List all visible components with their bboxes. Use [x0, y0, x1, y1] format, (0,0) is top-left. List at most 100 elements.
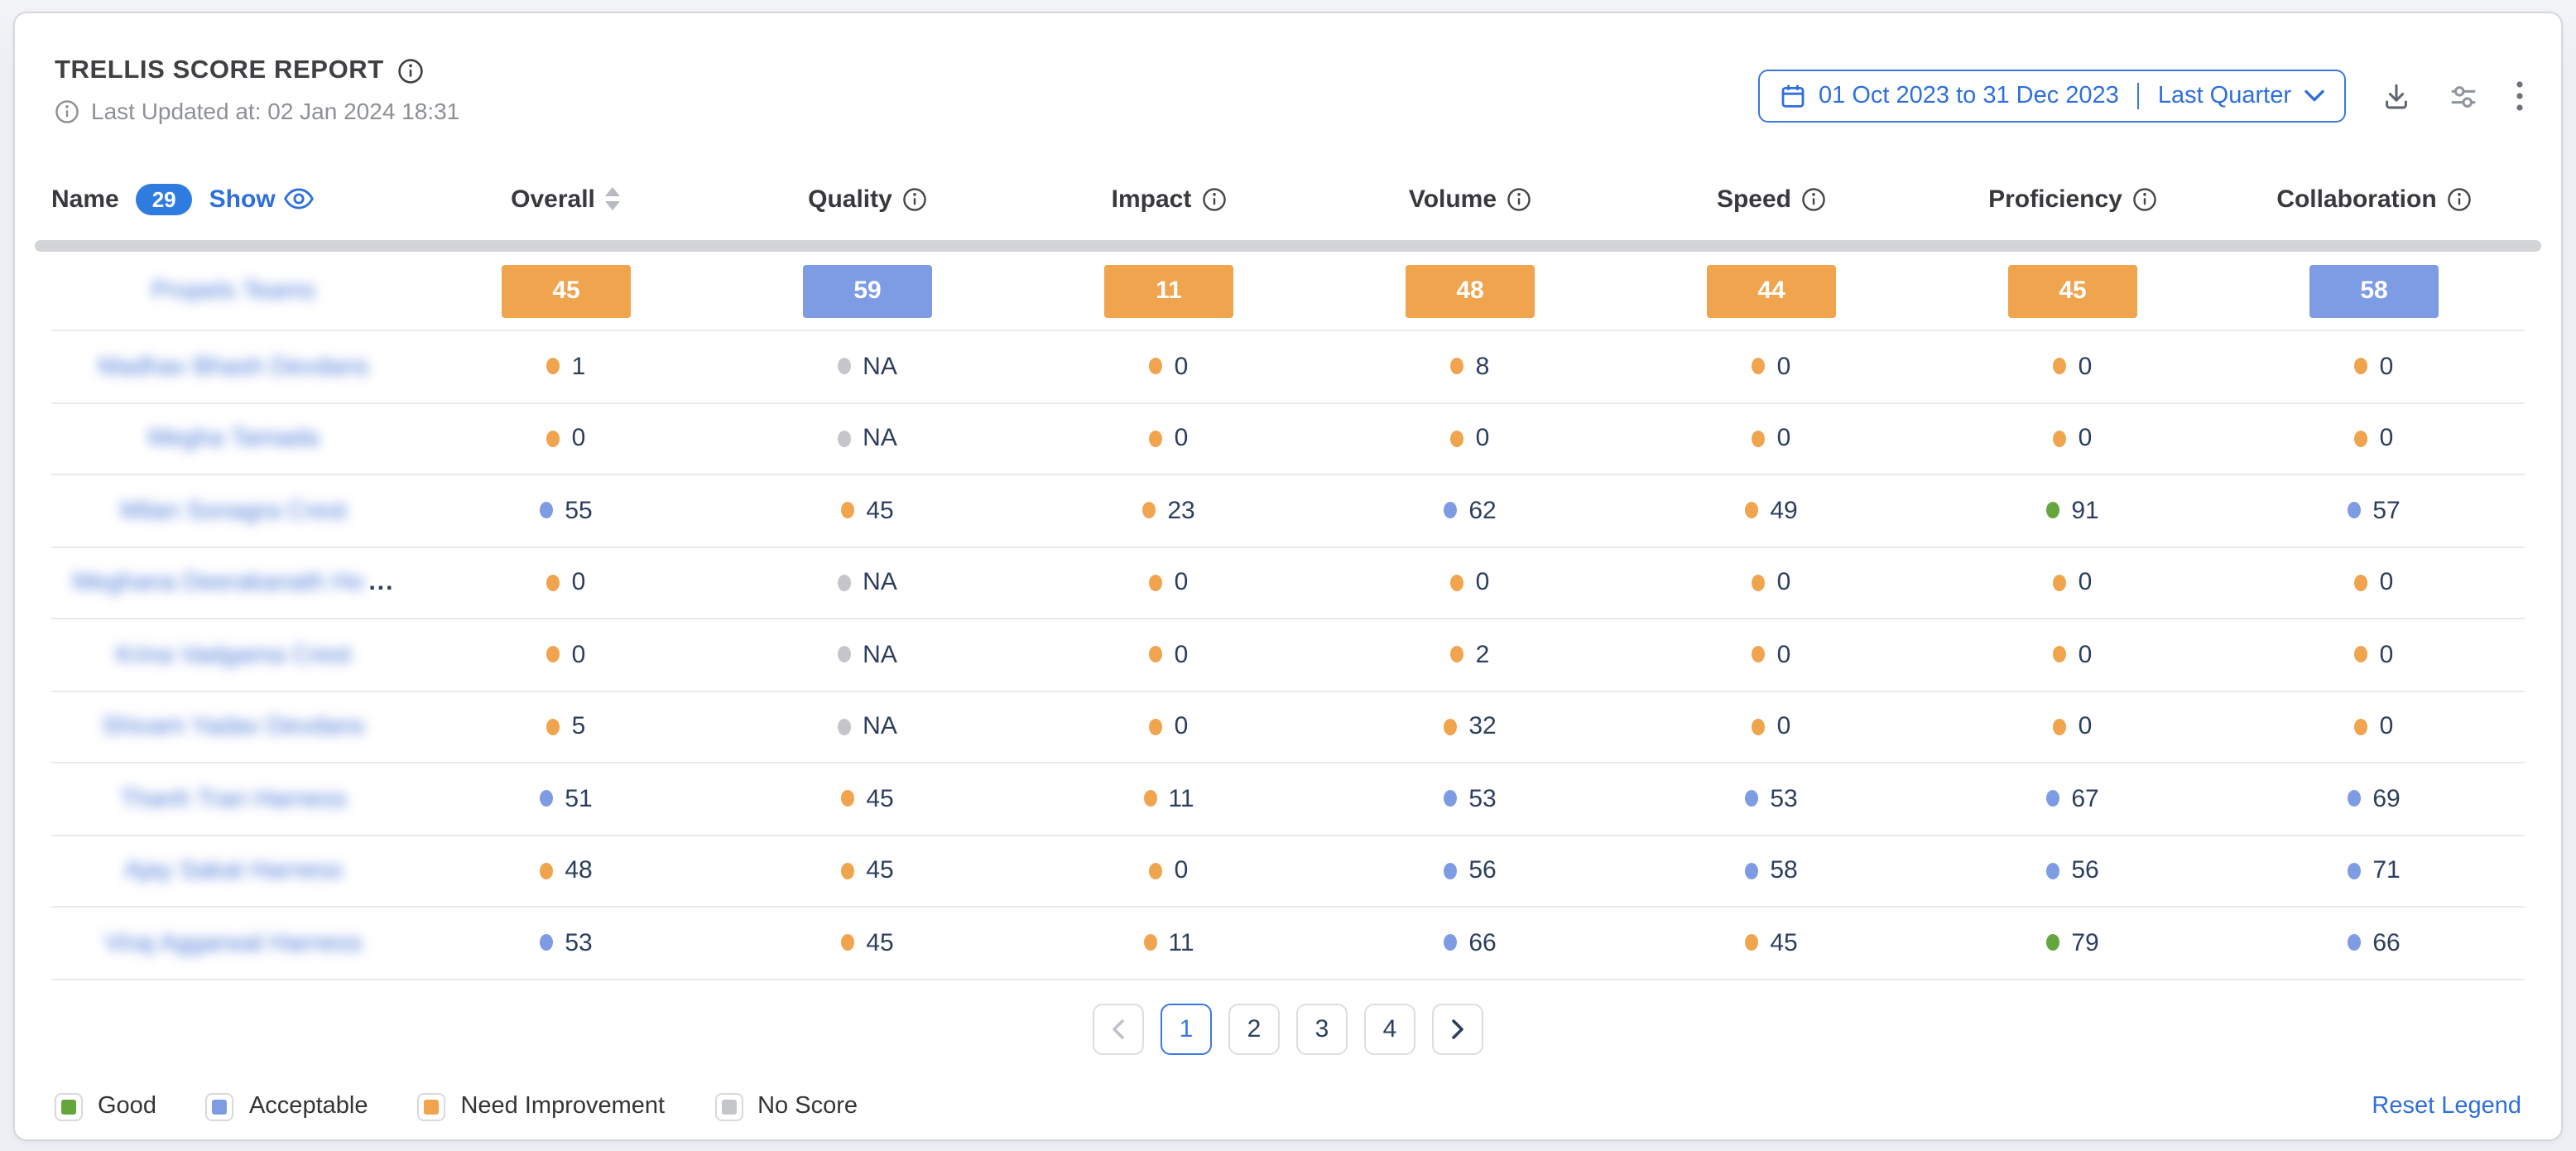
score-table: Name 29 Show OverallQualityImpactVolumeS… — [15, 174, 2561, 980]
info-icon[interactable] — [2447, 186, 2472, 211]
score-cell-proficiency: 0 — [1922, 353, 2223, 381]
info-icon[interactable] — [1201, 186, 1226, 211]
score-cell-collaboration: 71 — [2223, 857, 2525, 885]
score-value-proficiency: 0 — [1922, 353, 2223, 381]
score-number: 53 — [565, 929, 592, 957]
info-icon[interactable] — [1507, 186, 1531, 211]
title-info-icon[interactable] — [397, 58, 424, 84]
pagination-page-4[interactable]: 4 — [1364, 1003, 1415, 1054]
legend-item-no-score[interactable]: No Score — [714, 1092, 858, 1120]
proficiency-header-label: Proficiency — [1988, 185, 2122, 213]
status-dot — [1444, 935, 1457, 951]
score-cell-collaboration: 0 — [2223, 569, 2525, 597]
score-number: 66 — [2372, 929, 2400, 957]
show-names-link[interactable]: Show — [209, 185, 315, 213]
collaboration-header-label: Collaboration — [2276, 185, 2436, 213]
reset-legend-link[interactable]: Reset Legend — [2372, 1093, 2521, 1120]
team-name-link[interactable]: Propels Teams — [51, 277, 416, 305]
score-number: 0 — [2079, 425, 2093, 453]
score-value-volume: 56 — [1319, 857, 1621, 885]
member-name-link[interactable]: Megha Tamada — [51, 425, 416, 453]
member-name-link[interactable]: Thanh Tran Harness — [51, 785, 416, 813]
table-header-quality: Quality — [717, 185, 1018, 213]
score-number: 0 — [2079, 353, 2093, 381]
column-settings-button[interactable] — [2447, 80, 2480, 112]
pagination-next-button[interactable] — [1432, 1003, 1483, 1054]
score-number: 51 — [565, 785, 592, 813]
score-value-speed: 49 — [1621, 497, 1922, 525]
more-options-button[interactable] — [2515, 79, 2525, 113]
score-cell-quality: NA — [717, 569, 1018, 597]
table-row: Propels Teams45591148444558 — [51, 252, 2525, 331]
score-cell-volume: 56 — [1319, 857, 1621, 885]
score-cell-overall: 48 — [416, 857, 717, 885]
name-text: Madhav Bhash Devdans — [99, 353, 369, 381]
info-icon[interactable] — [1801, 186, 1826, 211]
member-name-link[interactable]: Shivam Yadav Devdans — [51, 713, 416, 741]
status-dot — [2054, 719, 2067, 735]
pagination-page-1[interactable]: 1 — [1161, 1003, 1212, 1054]
score-value-collaboration: 0 — [2223, 713, 2525, 741]
score-number: NA — [863, 425, 897, 453]
score-number: 55 — [565, 497, 592, 525]
score-value-speed: 0 — [1621, 425, 1922, 453]
horizontal-scrollbar[interactable] — [35, 240, 2541, 252]
legend-item-good[interactable]: Good — [55, 1092, 156, 1120]
score-value-speed: 58 — [1621, 857, 1922, 885]
score-number: 45 — [866, 785, 893, 813]
pagination-page-3[interactable]: 3 — [1296, 1003, 1348, 1054]
page-background: TRELLIS SCORE REPORT Last Updated at: 02… — [0, 0, 2576, 1151]
date-preset-text: Last Quarter — [2158, 83, 2291, 109]
score-number: 0 — [2079, 641, 2093, 669]
score-number: 48 — [565, 857, 592, 885]
status-dot — [1150, 359, 1163, 375]
status-dot — [540, 503, 553, 519]
score-cell-speed: 44 — [1621, 264, 1922, 317]
member-name-link[interactable]: Viraj Aggarwal Harness — [51, 929, 416, 957]
score-value-impact: 0 — [1018, 713, 1319, 741]
last-updated-text: Last Updated at: 02 Jan 2024 18:31 — [91, 98, 459, 124]
date-range-picker[interactable]: 01 Oct 2023 to 31 Dec 2023 Last Quarter — [1757, 70, 2346, 123]
legend-item-acceptable[interactable]: Acceptable — [206, 1092, 368, 1120]
status-dot — [1451, 431, 1464, 447]
info-icon[interactable] — [2132, 186, 2157, 211]
score-number: 58 — [1770, 857, 1797, 885]
score-cell-collaboration: 69 — [2223, 785, 2525, 813]
score-cell-quality: 59 — [717, 264, 1018, 317]
date-separator — [2137, 83, 2140, 109]
score-cell-quality: 45 — [717, 785, 1018, 813]
pagination-page-2[interactable]: 2 — [1228, 1003, 1280, 1054]
score-value-impact: 11 — [1018, 929, 1319, 957]
status-dot — [2054, 359, 2067, 375]
sort-icon[interactable] — [605, 187, 622, 210]
score-cell-volume: 2 — [1319, 641, 1621, 669]
status-dot — [1745, 791, 1758, 807]
score-value-collaboration: 0 — [2223, 425, 2525, 453]
kebab-menu-icon — [2515, 79, 2525, 113]
table-header-impact: Impact — [1018, 185, 1319, 213]
pagination-prev-button[interactable] — [1093, 1003, 1144, 1054]
score-number: 8 — [1476, 353, 1490, 381]
download-button[interactable] — [2381, 80, 2412, 112]
impact-header-label: Impact — [1112, 185, 1192, 213]
table-row: Viraj Aggarwal Harness53451166457966 — [51, 908, 2525, 980]
member-name-link[interactable]: Krina Vadgama Crest — [51, 641, 416, 669]
score-legend: Good Acceptable Need Improvement No Score — [55, 1092, 858, 1120]
score-value-proficiency: 67 — [1922, 785, 2223, 813]
member-name-link[interactable]: Madhav Bhash Devdans — [51, 353, 416, 381]
score-number: 0 — [2380, 713, 2394, 741]
info-icon[interactable] — [902, 186, 927, 211]
member-name-link[interactable]: Milan Sonagra Crest — [51, 497, 416, 525]
table-header-proficiency: Proficiency — [1922, 185, 2223, 213]
legend-item-need-improvement[interactable]: Need Improvement — [417, 1092, 665, 1120]
score-cell-quality: 45 — [717, 929, 1018, 957]
legend-swatch-color — [61, 1099, 76, 1114]
status-dot — [547, 719, 560, 735]
member-name-link[interactable]: Meghana Deerakanath Ho... — [51, 569, 416, 597]
member-name-link[interactable]: Ajay Sakat Harness — [51, 857, 416, 885]
score-number: 0 — [2380, 353, 2394, 381]
status-dot — [547, 575, 560, 591]
score-number: 66 — [1468, 929, 1496, 957]
score-value-volume: 32 — [1319, 713, 1621, 741]
score-value-collaboration: 0 — [2223, 641, 2525, 669]
